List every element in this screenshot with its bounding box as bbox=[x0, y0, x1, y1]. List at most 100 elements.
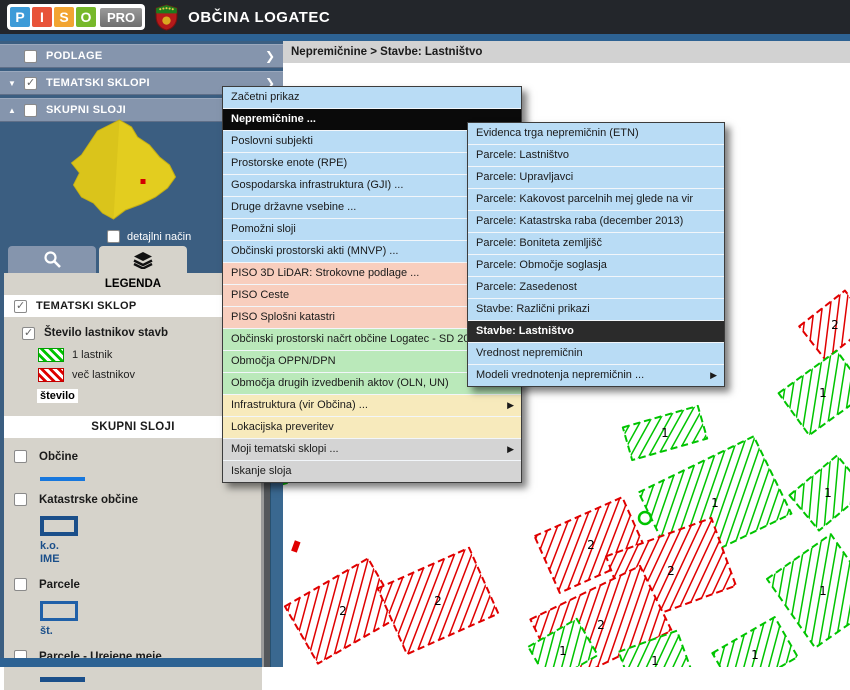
menu-item-label: PISO 3D LiDAR: Strokovne podlage ... bbox=[231, 267, 419, 279]
detajlni-nacin-label: detajlni način bbox=[127, 231, 191, 243]
menu-item-label: Moji tematski sklopi ... bbox=[231, 443, 339, 455]
panel-header-podlage[interactable]: PODLAGE ❯ bbox=[0, 44, 283, 68]
tematski-sklopi-checkbox[interactable] bbox=[24, 77, 37, 90]
overview-map[interactable] bbox=[40, 117, 215, 232]
menu-item[interactable]: Lokacijska preveritev bbox=[223, 417, 521, 439]
breadcrumb: Nepremičnine > Stavbe: Lastništvo bbox=[283, 41, 850, 63]
building-owner-count-label: 2 bbox=[667, 564, 675, 578]
submenu-item-stavbe-lastnistvo[interactable]: Stavbe: Lastništvo bbox=[468, 321, 724, 343]
menu-item-label: Občinski prostorski akti (MNVP) ... bbox=[231, 245, 398, 257]
menu-item-label: Območja drugih izvedbenih aktov (OLN, UN… bbox=[231, 377, 449, 389]
layer-row-parcele: Parcele bbox=[4, 578, 262, 591]
obcine-checkbox[interactable] bbox=[14, 450, 27, 463]
building-owner-count-label: 1 bbox=[824, 486, 832, 500]
menu-item-label: Prostorske enote (RPE) bbox=[231, 157, 347, 169]
menu-item-label: Občinski prostorski načrt občine Logatec… bbox=[231, 333, 469, 345]
parcele-checkbox[interactable] bbox=[14, 578, 27, 591]
piso-logo[interactable]: P I S O PRO bbox=[7, 4, 145, 30]
menu-item-label: Infrastruktura (vir Občina) ... bbox=[231, 399, 368, 411]
menu-item[interactable]: Iskanje sloja bbox=[223, 461, 521, 482]
submenu-item-label: Evidenca trga nepremičnin (ETN) bbox=[476, 127, 639, 139]
triangle-down-icon[interactable]: ▼ bbox=[8, 79, 24, 88]
submenu-item[interactable]: Parcele: Kakovost parcelnih mej glede na… bbox=[468, 189, 724, 211]
overview-marker bbox=[141, 179, 146, 184]
menu-item-label: Gospodarska infrastruktura (GJI) ... bbox=[231, 179, 403, 191]
tematski-sklop-checkbox[interactable] bbox=[14, 300, 27, 313]
submenu-item-label: Parcele: Kakovost parcelnih mej glede na… bbox=[476, 193, 693, 205]
menu-item[interactable]: Začetni prikaz bbox=[223, 87, 521, 109]
parcele-rect-swatch bbox=[40, 601, 78, 621]
submenu-arrow-icon: ▶ bbox=[507, 395, 514, 416]
legend-item-label: 1 lastnik bbox=[72, 349, 112, 361]
submenu-item[interactable]: Parcele: Zasedenost bbox=[468, 277, 724, 299]
app-header: P I S O PRO OBČINA LOGATEC bbox=[0, 0, 850, 34]
submenu-item[interactable]: Parcele: Boniteta zemljišč bbox=[468, 233, 724, 255]
building-owner-count-label: 2 bbox=[434, 594, 442, 608]
submenu-item-label: Stavbe: Različni prikazi bbox=[476, 303, 590, 315]
menu-item-label: Nepremičnine ... bbox=[231, 113, 316, 125]
stevilo-lastnikov-checkbox[interactable] bbox=[22, 327, 35, 340]
obcine-line-swatch bbox=[40, 477, 85, 481]
green-hatch-swatch bbox=[38, 348, 64, 362]
menu-item-label: Lokacijska preveritev bbox=[231, 421, 334, 433]
logo-letter: O bbox=[76, 7, 96, 27]
submenu-item-label: Parcele: Boniteta zemljišč bbox=[476, 237, 602, 249]
submenu-item-label: Parcele: Katastrska raba (december 2013) bbox=[476, 215, 683, 227]
submenu-item-label: Stavbe: Lastništvo bbox=[476, 325, 574, 337]
menu-item-label: Pomožni sloji bbox=[231, 223, 296, 235]
submenu-item-label: Parcele: Zasedenost bbox=[476, 281, 577, 293]
search-icon bbox=[43, 250, 62, 269]
menu-item[interactable]: Moji tematski sklopi ... ▶ bbox=[223, 439, 521, 461]
chevron-right-icon[interactable]: ❯ bbox=[265, 49, 275, 63]
triangle-up-icon[interactable]: ▲ bbox=[8, 106, 24, 115]
logo-letter: I bbox=[32, 7, 52, 27]
menu-item-label: Poslovni subjekti bbox=[231, 135, 313, 147]
submenu-item-label: Vrednost nepremičnin bbox=[476, 347, 583, 359]
building-owner-count-label: 1 bbox=[819, 386, 827, 400]
detajlni-nacin-checkbox[interactable] bbox=[107, 230, 120, 243]
legend-item-label: več lastnikov bbox=[72, 369, 135, 381]
submenu-item[interactable]: Parcele: Lastništvo bbox=[468, 145, 724, 167]
building-polygon-red[interactable] bbox=[799, 291, 850, 360]
coat-of-arms-icon bbox=[155, 4, 178, 31]
submenu-item-label: Parcele: Upravljavci bbox=[476, 171, 573, 183]
submenu-item[interactable]: Modeli vrednotenja nepremičnin ...▶ bbox=[468, 365, 724, 386]
menu-item[interactable]: Infrastruktura (vir Občina) ... ▶ bbox=[223, 395, 521, 417]
header-divider bbox=[0, 34, 850, 41]
menu-item-label: Iskanje sloja bbox=[231, 465, 292, 477]
submenu-item-label: Modeli vrednotenja nepremičnin ... bbox=[476, 369, 644, 381]
building-owner-count-label: 2 bbox=[831, 318, 839, 332]
building-owner-count-label: 2 bbox=[339, 604, 347, 618]
building-polygon-green[interactable] bbox=[779, 351, 850, 435]
layer-label: Občine bbox=[39, 451, 78, 463]
katastrske-rect-swatch bbox=[40, 516, 78, 536]
building-owner-count-label: 1 bbox=[651, 654, 659, 667]
katastrske-sub-label: k.o. IME bbox=[40, 540, 262, 566]
submenu-item[interactable]: Vrednost nepremičnin bbox=[468, 343, 724, 365]
skupni-sloji-checkbox[interactable] bbox=[24, 104, 37, 117]
building-owner-count-label: 1 bbox=[711, 496, 719, 510]
map-red-fragment bbox=[291, 540, 300, 552]
submenu-item-label: Parcele: Lastništvo bbox=[476, 149, 569, 161]
submenu-item[interactable]: Parcele: Upravljavci bbox=[468, 167, 724, 189]
tab-layers[interactable] bbox=[99, 246, 187, 273]
logo-letter: P bbox=[10, 7, 30, 27]
menu-item-label: PISO Ceste bbox=[231, 289, 289, 301]
building-polygon-green[interactable] bbox=[789, 455, 850, 530]
menu-item-label: Območja OPPN/DPN bbox=[231, 355, 336, 367]
building-owner-count-label: 1 bbox=[751, 648, 759, 662]
submenu-item[interactable]: Stavbe: Različni prikazi bbox=[468, 299, 724, 321]
layer-label: Katastrske občine bbox=[39, 494, 138, 506]
submenu-arrow-icon: ▶ bbox=[507, 439, 514, 460]
building-owner-count-label: 2 bbox=[597, 618, 605, 632]
submenu-item[interactable]: Evidenca trga nepremičnin (ETN) bbox=[468, 123, 724, 145]
panel-label: PODLAGE bbox=[46, 50, 265, 62]
logo-letter: S bbox=[54, 7, 74, 27]
municipality-title: OBČINA LOGATEC bbox=[188, 9, 330, 26]
logo-pro-badge: PRO bbox=[100, 8, 142, 27]
podlage-checkbox[interactable] bbox=[24, 50, 37, 63]
submenu-item[interactable]: Parcele: Območje soglasja bbox=[468, 255, 724, 277]
katastrske-obcine-checkbox[interactable] bbox=[14, 493, 27, 506]
submenu-item[interactable]: Parcele: Katastrska raba (december 2013) bbox=[468, 211, 724, 233]
tab-search[interactable] bbox=[8, 246, 96, 273]
